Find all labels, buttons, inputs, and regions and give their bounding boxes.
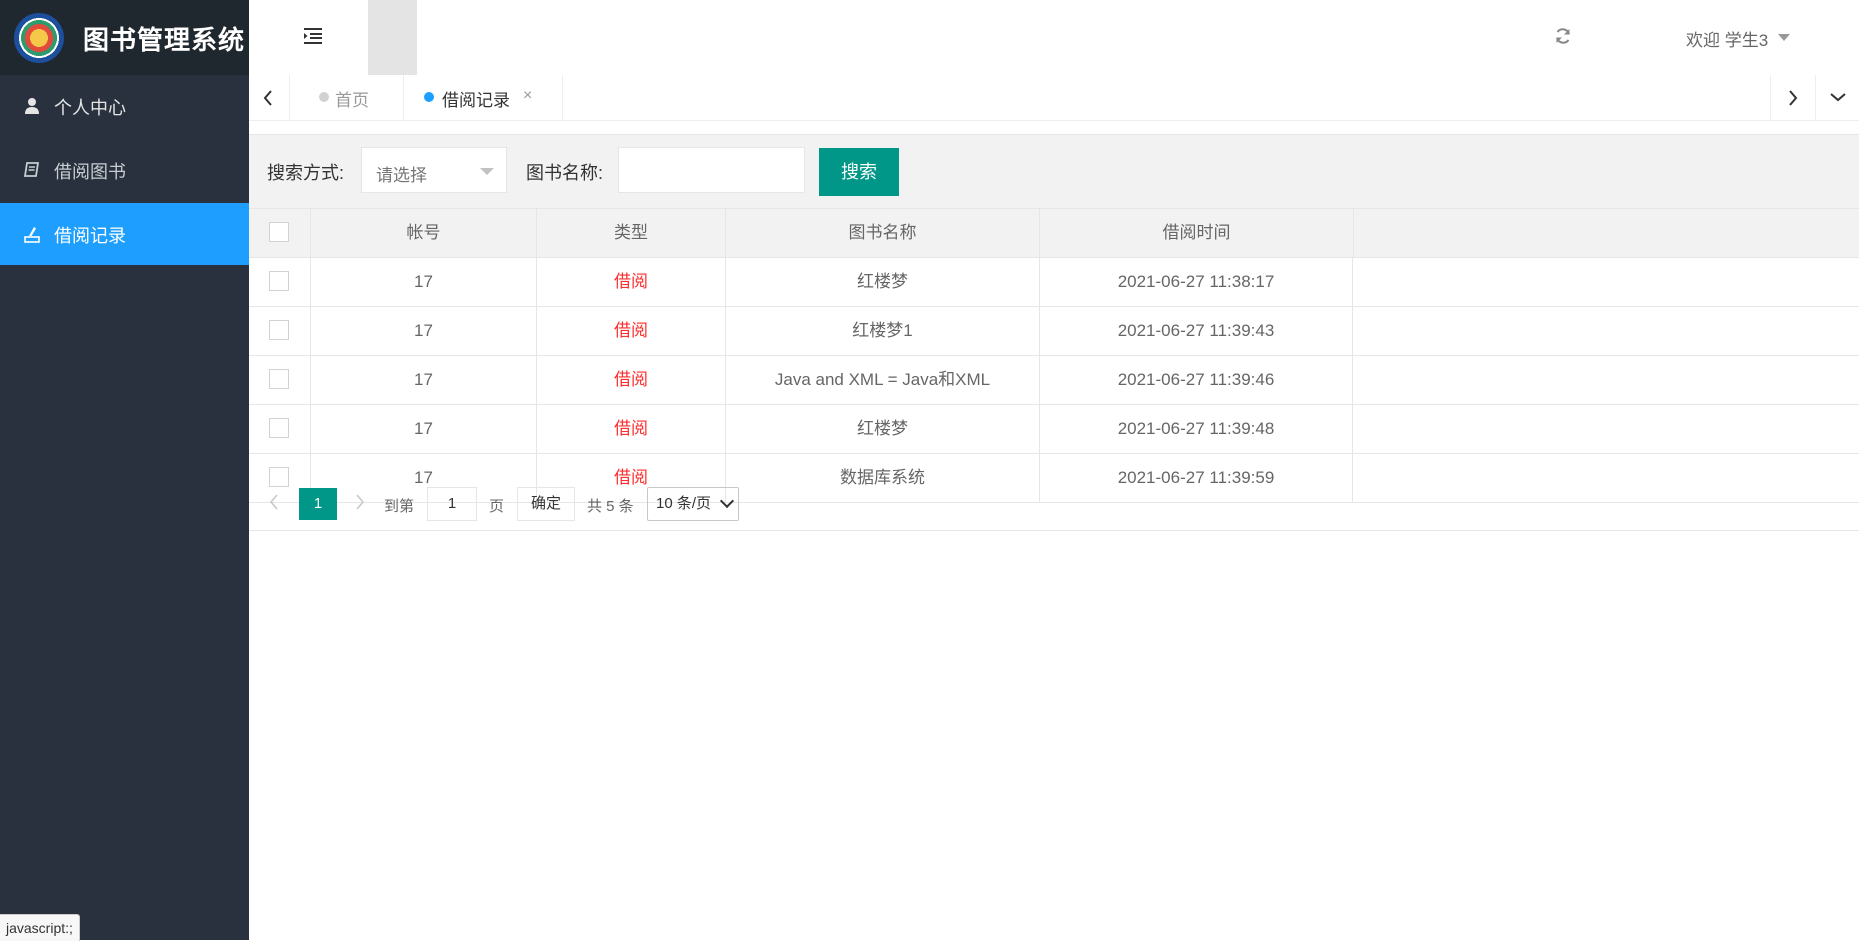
borrow-time-cell: 2021-06-27 11:39:48 xyxy=(1039,405,1353,453)
borrow-time-cell: 2021-06-27 11:39:43 xyxy=(1039,307,1353,355)
sidebar-item-borrow-records[interactable]: 借阅记录 xyxy=(0,203,249,265)
account-cell: 17 xyxy=(310,258,536,306)
chevron-down-icon xyxy=(1830,93,1846,102)
chevron-left-icon[interactable] xyxy=(267,492,281,512)
book-name-input[interactable] xyxy=(618,147,805,193)
refresh-icon[interactable] xyxy=(1554,27,1572,45)
sidebar-item-borrow-books[interactable]: 借阅图书 xyxy=(0,139,249,201)
borrow-time-cell: 2021-06-27 11:39:46 xyxy=(1039,356,1353,404)
total-count: 共 5 条 xyxy=(587,498,634,515)
close-icon[interactable]: × xyxy=(523,87,532,105)
book-name-label: 图书名称: xyxy=(526,163,604,183)
row-checkbox-cell xyxy=(249,258,310,306)
search-mode-label: 搜索方式: xyxy=(267,163,345,183)
select-all-checkbox[interactable] xyxy=(269,222,289,242)
account-cell: 17 xyxy=(310,307,536,355)
search-mode-select[interactable]: 请选择 xyxy=(361,147,507,193)
sidebar: 图书管理系统 个人中心 借阅图书 借阅记录 xyxy=(0,0,249,940)
row-checkbox[interactable] xyxy=(269,320,289,340)
page-size-select[interactable]: 10 条/页 xyxy=(647,487,739,521)
chevron-down-icon[interactable] xyxy=(1778,34,1790,41)
type-cell: 借阅 xyxy=(536,356,725,404)
goto-label: 到第 xyxy=(384,498,415,515)
sidebar-item-label: 借阅记录 xyxy=(54,226,126,246)
search-bar: 搜索方式: 请选择 图书名称: 搜索 xyxy=(249,134,1859,209)
user-icon xyxy=(25,98,39,114)
page-current[interactable]: 1 xyxy=(299,488,337,520)
book-name-cell: 红楼梦1 xyxy=(725,307,1039,355)
column-header-account[interactable]: 帐号 xyxy=(310,209,536,257)
tab-dot-icon xyxy=(424,92,434,102)
account-cell: 17 xyxy=(310,405,536,453)
tab-scroll-right[interactable] xyxy=(1770,75,1815,120)
top-header: 欢迎 学生3 xyxy=(249,0,1859,76)
select-placeholder: 请选择 xyxy=(376,166,427,185)
table-header-row: 帐号 类型 图书名称 借阅时间 xyxy=(249,208,1859,257)
book-name-cell: 红楼梦 xyxy=(725,405,1039,453)
user-menu[interactable]: 欢迎 学生3 xyxy=(1686,26,1768,51)
record-icon xyxy=(24,227,40,243)
sidebar-item-personal-center[interactable]: 个人中心 xyxy=(0,75,249,137)
tab-label: 借阅记录 xyxy=(442,91,510,110)
menu-toggle-icon[interactable] xyxy=(304,28,322,44)
select-all-cell xyxy=(249,209,310,257)
account-cell: 17 xyxy=(310,356,536,404)
sidebar-item-label: 个人中心 xyxy=(54,98,126,118)
tab-home[interactable]: 首页 xyxy=(289,75,404,120)
tab-scroll-left[interactable] xyxy=(249,75,290,120)
chevron-down-icon xyxy=(480,168,494,175)
logo-icon xyxy=(14,13,64,63)
table-row[interactable]: 17 借阅 红楼梦 2021-06-27 11:38:17 xyxy=(249,257,1859,306)
header-tab-placeholder xyxy=(368,0,417,75)
page-unit-label: 页 xyxy=(489,498,505,515)
table-row[interactable]: 17 借阅 Java and XML = Java和XML 2021-06-27… xyxy=(249,355,1859,404)
sidebar-item-label: 借阅图书 xyxy=(54,162,126,182)
column-header-book-name[interactable]: 图书名称 xyxy=(725,209,1039,257)
table-row[interactable]: 17 借阅 红楼梦 2021-06-27 11:39:48 xyxy=(249,404,1859,453)
tab-bar: 首页 借阅记录 × xyxy=(249,75,1859,121)
chevron-left-icon xyxy=(263,90,272,106)
search-button[interactable]: 搜索 xyxy=(819,148,899,196)
borrow-time-cell: 2021-06-27 11:38:17 xyxy=(1039,258,1353,306)
chevron-right-icon[interactable] xyxy=(353,492,367,512)
tab-label: 首页 xyxy=(335,91,369,110)
page-size-value: 10 条/页 xyxy=(656,495,712,512)
app-title: 图书管理系统 xyxy=(83,25,246,55)
book-icon xyxy=(24,162,40,177)
goto-confirm-button[interactable]: 确定 xyxy=(517,487,575,521)
tab-dot-icon xyxy=(319,92,329,102)
tab-borrow-records[interactable]: 借阅记录 × xyxy=(403,75,563,120)
table-row[interactable]: 17 借阅 红楼梦1 2021-06-27 11:39:43 xyxy=(249,306,1859,355)
chevron-down-icon xyxy=(719,493,735,509)
type-cell: 借阅 xyxy=(536,307,725,355)
row-checkbox-cell xyxy=(249,405,310,453)
column-header-filler xyxy=(1353,209,1859,257)
row-checkbox[interactable] xyxy=(269,369,289,389)
goto-page-input[interactable]: 1 xyxy=(427,487,477,521)
type-cell: 借阅 xyxy=(536,405,725,453)
column-header-type[interactable]: 类型 xyxy=(536,209,725,257)
tab-more[interactable] xyxy=(1815,75,1859,120)
row-checkbox[interactable] xyxy=(269,271,289,291)
row-checkbox-cell xyxy=(249,307,310,355)
chevron-right-icon xyxy=(1789,90,1798,106)
book-name-cell: Java and XML = Java和XML xyxy=(725,356,1039,404)
logo-bar: 图书管理系统 xyxy=(0,0,249,75)
pagination: 1 到第 1 页 确定 共 5 条 10 条/页 xyxy=(249,478,1859,531)
row-checkbox-cell xyxy=(249,356,310,404)
column-header-borrow-time[interactable]: 借阅时间 xyxy=(1039,209,1353,257)
records-table: 帐号 类型 图书名称 借阅时间 17 借阅 红楼梦 2021-06-27 11:… xyxy=(249,208,1859,503)
row-checkbox[interactable] xyxy=(269,418,289,438)
browser-status-bar: javascript:; xyxy=(0,914,80,941)
type-cell: 借阅 xyxy=(536,258,725,306)
book-name-cell: 红楼梦 xyxy=(725,258,1039,306)
